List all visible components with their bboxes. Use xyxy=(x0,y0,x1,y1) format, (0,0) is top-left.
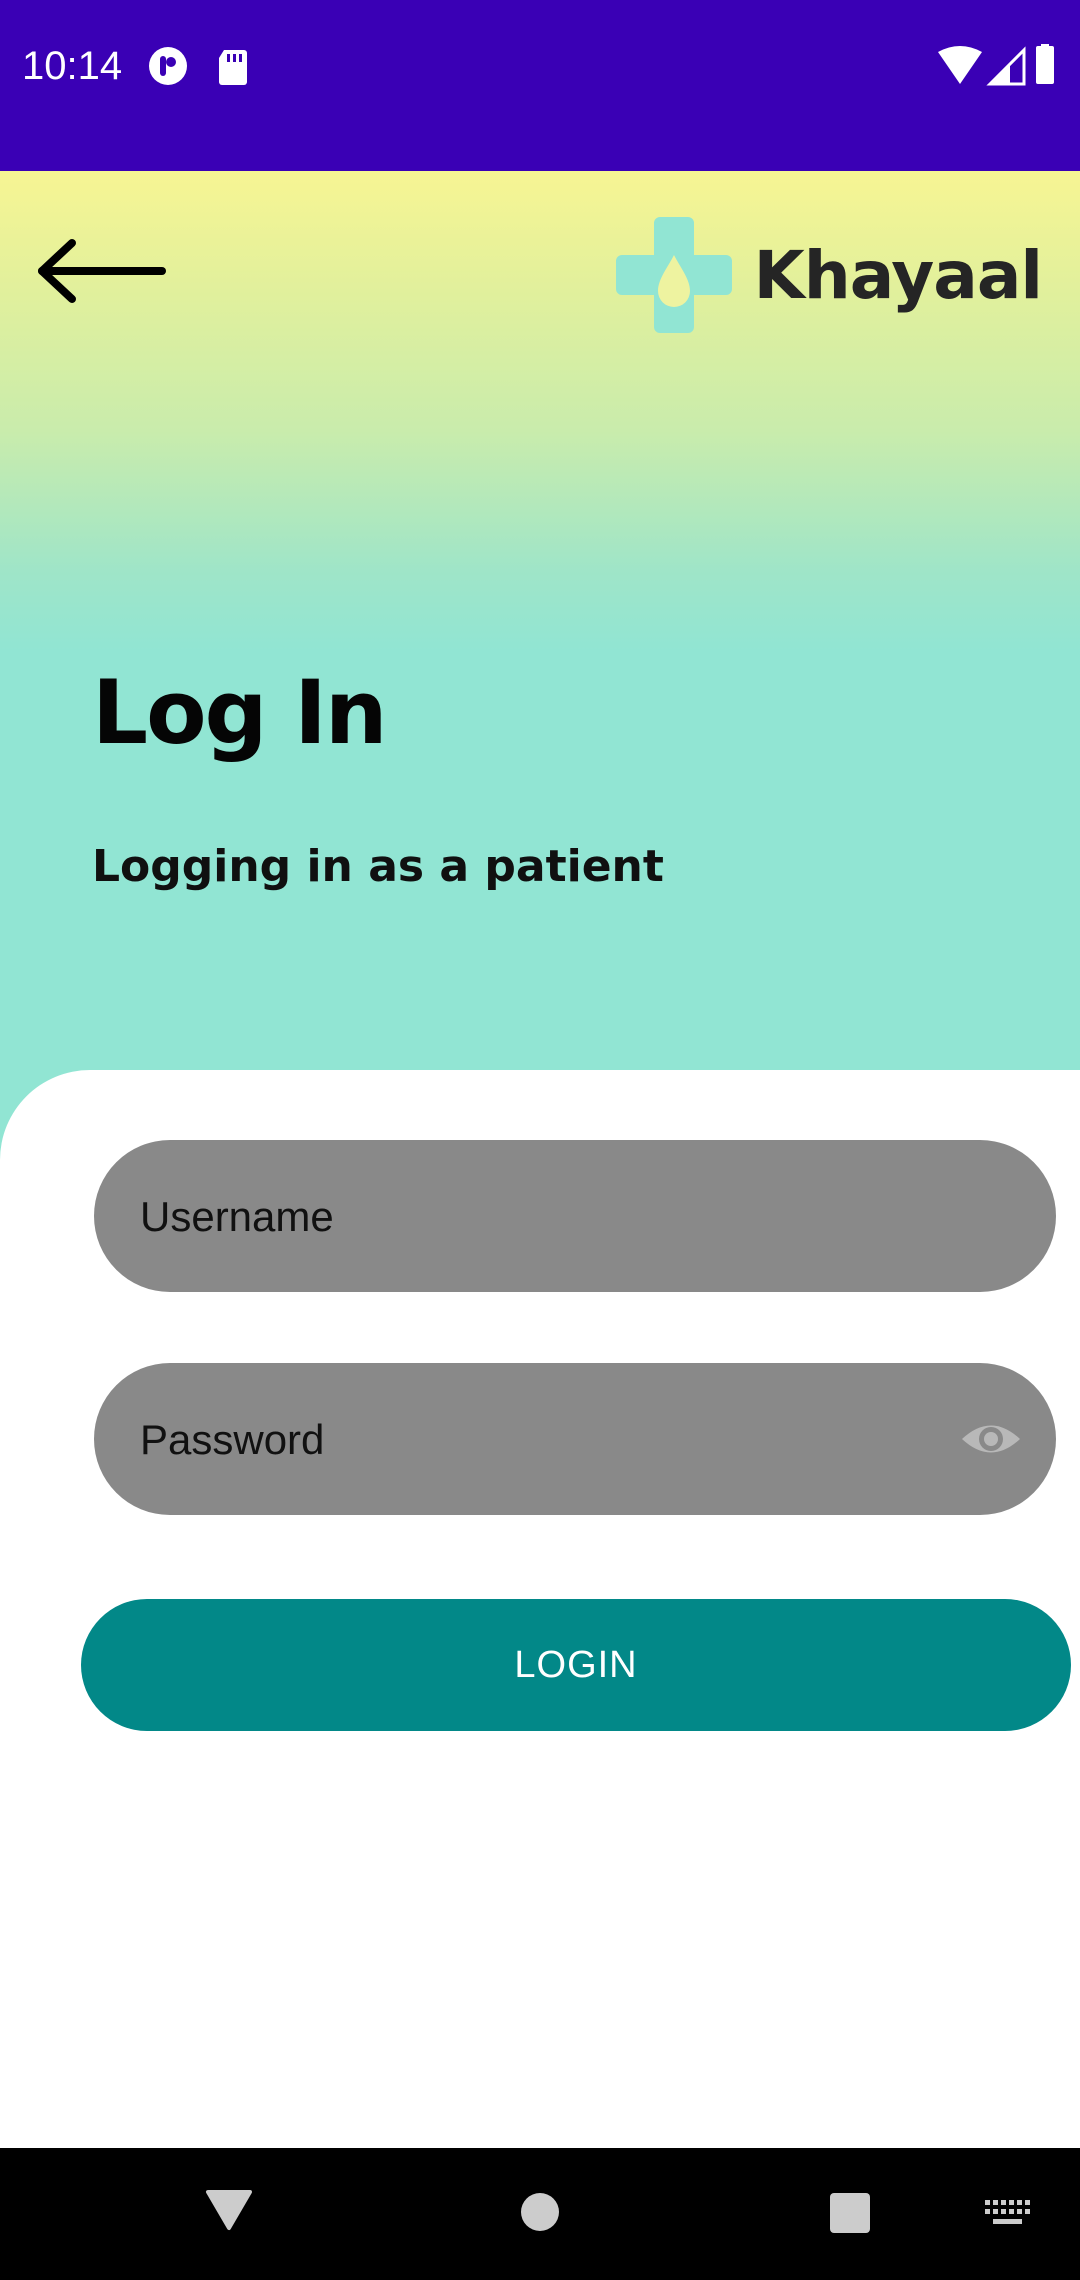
page-subtitle: Logging in as a patient xyxy=(92,841,664,892)
arrow-left-icon[interactable] xyxy=(36,231,168,311)
sd-card-icon xyxy=(219,50,247,85)
back-triangle-icon[interactable] xyxy=(204,2188,254,2232)
system-nav-bar xyxy=(0,2148,1080,2280)
status-time: 10:14 xyxy=(22,44,123,88)
brand-name: Khayaal xyxy=(753,236,1043,314)
page-title: Log In xyxy=(92,661,388,764)
battery-icon xyxy=(1036,46,1054,84)
eye-icon[interactable] xyxy=(960,1410,1022,1468)
brand: Khayaal xyxy=(615,215,1043,335)
login-form: LOGIN xyxy=(0,1070,1080,2148)
status-right-icons xyxy=(938,44,1054,86)
password-field[interactable] xyxy=(94,1363,1056,1517)
wifi-icon xyxy=(938,46,982,84)
login-button[interactable]: LOGIN xyxy=(81,1599,1071,1731)
username-field[interactable] xyxy=(94,1140,1056,1294)
keyboard-icon[interactable] xyxy=(984,2198,1030,2228)
username-input[interactable] xyxy=(138,1140,962,1294)
home-circle-icon[interactable] xyxy=(520,2192,560,2232)
recents-square-icon[interactable] xyxy=(829,2192,871,2234)
password-input[interactable] xyxy=(138,1363,962,1517)
status-bar: 10:14 xyxy=(0,0,1080,171)
medical-cross-drop-logo xyxy=(615,217,732,333)
app-notification-icon xyxy=(149,47,187,85)
hero-section: Khayaal Log In Logging in as a patient xyxy=(0,171,1080,1171)
